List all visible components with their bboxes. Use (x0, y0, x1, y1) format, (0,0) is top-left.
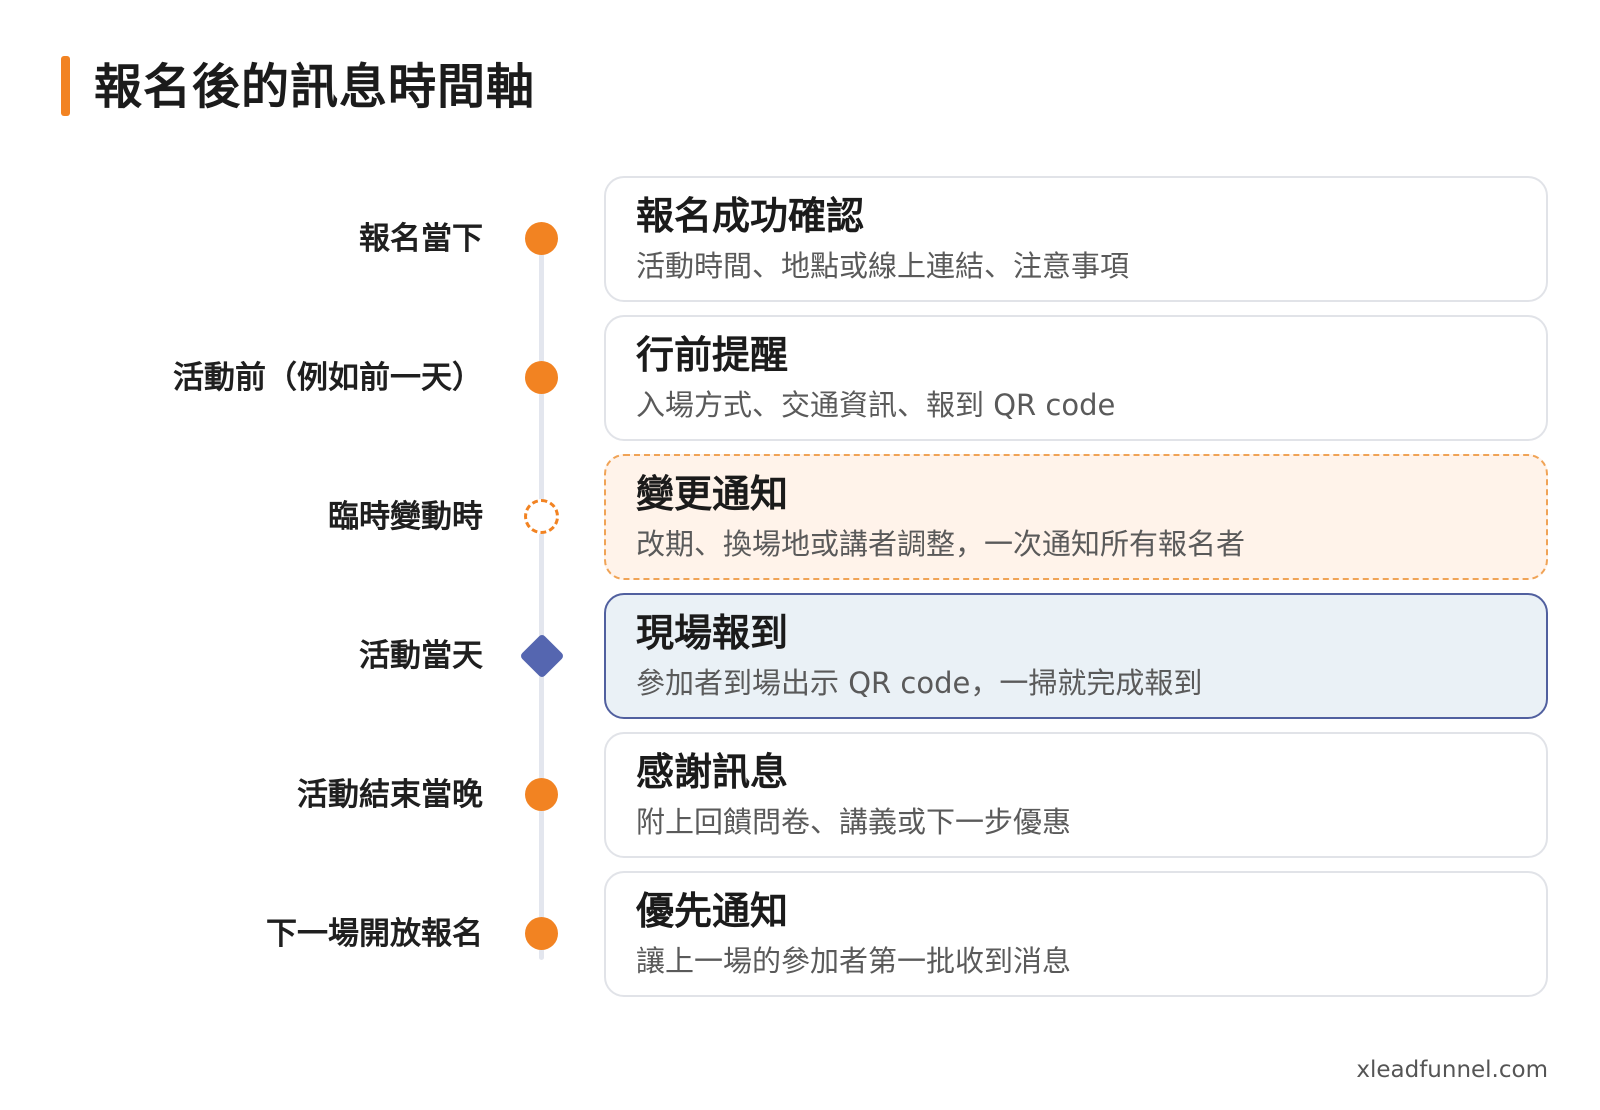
title-accent-bar (61, 56, 70, 116)
timeline-item-event-day: 活動當天 現場報到 參加者到場出示 QR code，一掃就完成報到 (0, 593, 1600, 719)
message-card-description: 入場方式、交通資訊、報到 QR code (636, 388, 1116, 422)
timeline-item-registration: 報名當下 報名成功確認 活動時間、地點或線上連結、注意事項 (0, 176, 1600, 302)
message-card-description: 附上回饋問卷、講義或下一步優惠 (636, 805, 1072, 839)
timeline-stage-label: 臨時變動時 (328, 499, 483, 535)
diamond-icon (519, 633, 565, 679)
timeline-item-post-event: 活動結束當晚 感謝訊息 附上回饋問卷、講義或下一步優惠 (0, 732, 1600, 858)
message-card-title: 現場報到 (636, 611, 789, 655)
message-card: 優先通知 讓上一場的參加者第一批收到消息 (604, 871, 1548, 997)
message-card-title: 感謝訊息 (636, 750, 789, 794)
milestone-dot-icon (525, 361, 558, 394)
timeline-item-change: 臨時變動時 變更通知 改期、換場地或講者調整，一次通知所有報名者 (0, 454, 1600, 580)
message-card-description: 參加者到場出示 QR code，一掃就完成報到 (636, 666, 1203, 700)
page-title: 報名後的訊息時間軸 (94, 59, 536, 115)
timeline-stage-label: 活動當天 (359, 638, 483, 674)
message-card: 感謝訊息 附上回饋問卷、講義或下一步優惠 (604, 732, 1548, 858)
message-card-title: 報名成功確認 (636, 194, 865, 238)
message-card-description: 讓上一場的參加者第一批收到消息 (636, 944, 1072, 978)
timeline-stage-label: 活動結束當晚 (297, 777, 483, 813)
message-card-description: 改期、換場地或講者調整，一次通知所有報名者 (636, 527, 1246, 561)
timeline-item-next-registration: 下一場開放報名 優先通知 讓上一場的參加者第一批收到消息 (0, 871, 1600, 997)
milestone-dot-icon (525, 222, 558, 255)
milestone-dot-icon (525, 917, 558, 950)
timeline-stage-label: 下一場開放報名 (266, 916, 483, 952)
message-card-checkin: 現場報到 參加者到場出示 QR code，一掃就完成報到 (604, 593, 1548, 719)
timeline-stage-label: 報名當下 (359, 221, 483, 257)
message-card: 行前提醒 入場方式、交通資訊、報到 QR code (604, 315, 1548, 441)
message-card-title: 變更通知 (636, 472, 789, 516)
message-card-title: 行前提醒 (636, 333, 789, 377)
message-card-title: 優先通知 (636, 889, 789, 933)
timeline-stage-label: 活動前（例如前一天） (173, 360, 483, 396)
site-credit: xleadfunnel.com (1356, 1057, 1548, 1083)
milestone-dot-icon (525, 778, 558, 811)
dashed-circle-icon (524, 499, 559, 534)
message-card-description: 活動時間、地點或線上連結、注意事項 (636, 249, 1130, 283)
message-card-change-notice: 變更通知 改期、換場地或講者調整，一次通知所有報名者 (604, 454, 1548, 580)
message-card: 報名成功確認 活動時間、地點或線上連結、注意事項 (604, 176, 1548, 302)
timeline-item-pre-event: 活動前（例如前一天） 行前提醒 入場方式、交通資訊、報到 QR code (0, 315, 1600, 441)
